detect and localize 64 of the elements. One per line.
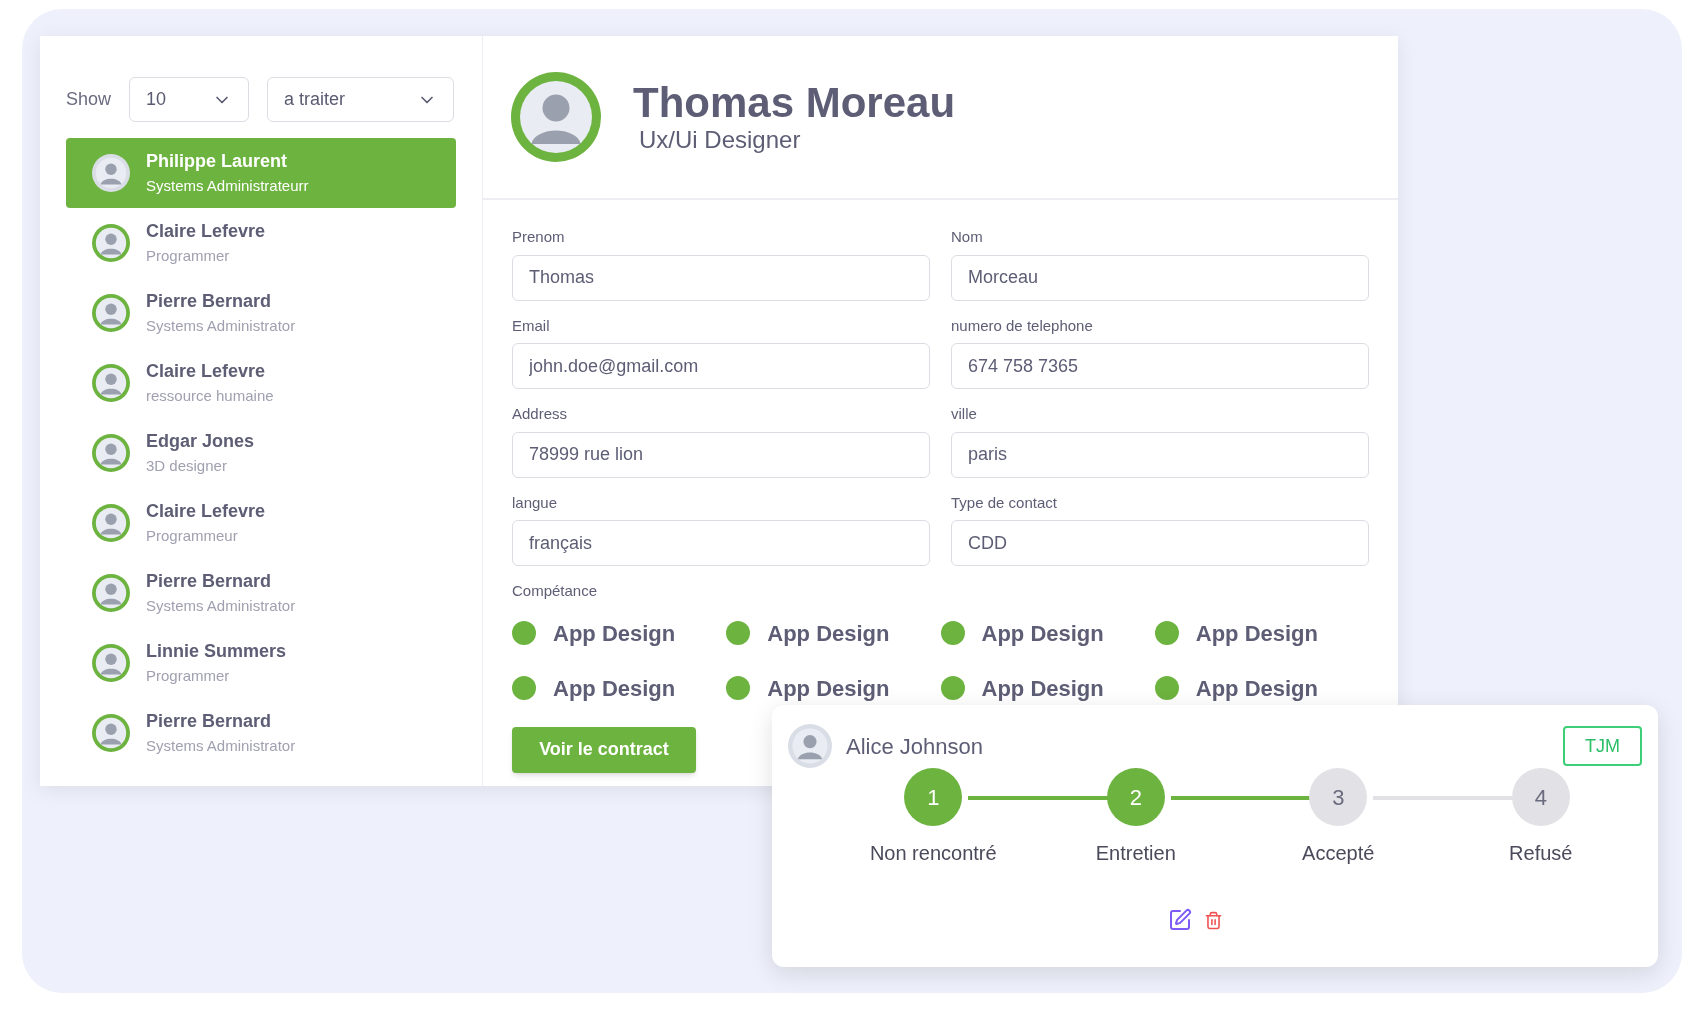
field-label: langue [512, 492, 559, 513]
text-field[interactable]: Thomas [512, 254, 930, 301]
text-field[interactable]: 78999 rue lion [512, 431, 930, 478]
skill-name: App Design [981, 674, 1104, 703]
person-role: Programmer [146, 246, 231, 267]
avatar [92, 294, 130, 332]
step-label: Non rencontré [869, 841, 997, 866]
skill-name: App Design [1195, 674, 1318, 703]
avatar [92, 224, 130, 262]
person-role: 3D designer [146, 456, 228, 477]
skill-name: App Design [553, 674, 676, 703]
skill-name: App Design [1195, 619, 1318, 648]
person-name: Pierre Bernard [146, 570, 273, 594]
text-field[interactable]: paris [951, 431, 1369, 478]
avatar [92, 714, 130, 752]
person-name: Pierre Bernard [146, 290, 273, 314]
show-label: Show [66, 88, 112, 111]
person-role: Systems Administrateurr [146, 176, 309, 197]
person-role: Programmer [146, 666, 231, 687]
field-label: numero de telephone [951, 315, 1094, 336]
avatar [92, 574, 130, 612]
person-name: Claire Lefevre [146, 220, 266, 244]
person-name: Edgar Jones [146, 430, 255, 454]
person-name: Claire Lefevre [146, 500, 266, 524]
person-role: ressource humaine [146, 386, 274, 407]
text-field[interactable]: CDD [951, 520, 1369, 566]
person-name: Philippe Laurent [146, 150, 288, 174]
person-role: Programmeur [146, 526, 239, 547]
skill-name: App Design [981, 619, 1104, 648]
field-label: Type de contact [951, 492, 1058, 513]
person-role: Systems Administrator [146, 736, 296, 757]
person-role: Systems Administrator [146, 316, 296, 337]
per-page-dropdown[interactable]: 10 [129, 77, 250, 122]
profile-name: Thomas Moreau [633, 80, 956, 126]
profile-title: Ux/Ui Designer [638, 126, 802, 154]
step-label: Entretien [1095, 841, 1176, 866]
person-role: Systems Administrator [146, 596, 296, 617]
avatar [92, 644, 130, 682]
text-field[interactable]: 674 758 7365 [951, 343, 1369, 389]
avatar [92, 504, 130, 542]
field-label: Email [512, 315, 551, 336]
person-name: Pierre Bernard [146, 710, 273, 734]
field-label: Address [512, 404, 569, 424]
skill-name: App Design [767, 674, 890, 703]
text-field[interactable]: john.doe@gmail.com [512, 343, 930, 389]
field-label: ville [951, 404, 978, 424]
field-label: Nom [951, 227, 984, 247]
text-field[interactable]: français [512, 520, 930, 566]
person-name: Claire Lefevre [146, 360, 267, 384]
edit-icon[interactable] [1167, 908, 1192, 932]
text-field[interactable]: Morceau [951, 254, 1369, 301]
candidate-name: Alice Johnson [846, 732, 983, 761]
step-label: Refusé [1509, 841, 1573, 866]
avatar [92, 434, 130, 472]
skill-name: App Design [767, 619, 890, 648]
status-dropdown[interactable]: a traiter [267, 77, 455, 122]
person-name: Linnie Summers [146, 640, 287, 664]
avatar [92, 364, 130, 402]
skills-label: Compétance [512, 581, 599, 601]
avatar [788, 724, 832, 768]
field-label: Prenom [512, 227, 566, 247]
skill-name: App Design [553, 619, 676, 648]
step-label: Accepté [1302, 841, 1375, 866]
avatar [92, 154, 130, 192]
